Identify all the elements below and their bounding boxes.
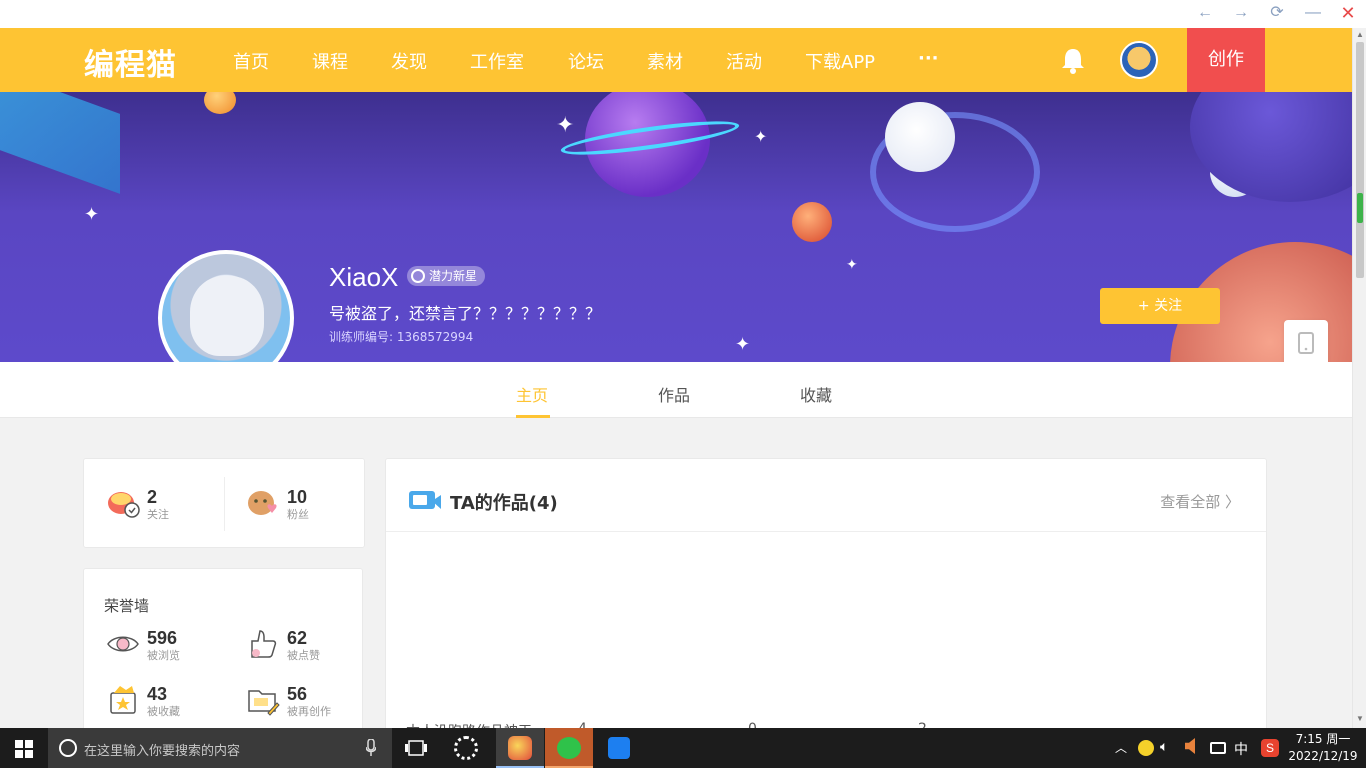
close-icon[interactable]: ✕ bbox=[1336, 2, 1360, 24]
minimize-icon[interactable]: — bbox=[1301, 2, 1325, 24]
scroll-thumb[interactable] bbox=[1356, 42, 1364, 278]
profile-bio: 号被盗了，还禁言了？？？？？？？？ bbox=[329, 304, 602, 323]
star-icon: ✦ bbox=[735, 334, 751, 354]
likes-count: 62 bbox=[287, 628, 308, 648]
works-title: TA的作品(4) bbox=[450, 493, 558, 514]
works-divider bbox=[386, 531, 1266, 532]
rank-badge: 潜力新星 bbox=[407, 266, 486, 286]
nav-item-discover[interactable]: 发现 bbox=[391, 48, 427, 74]
forward-icon[interactable]: → bbox=[1229, 2, 1253, 24]
nav-item-studio[interactable]: 工作室 bbox=[470, 48, 524, 74]
nav-item-materials[interactable]: 素材 bbox=[647, 48, 683, 74]
profile-tabs: 主页 作品 收藏 bbox=[0, 362, 1352, 418]
avatar-character bbox=[190, 276, 264, 356]
create-button[interactable]: 创作 bbox=[1187, 28, 1265, 92]
nav-item-activities[interactable]: 活动 bbox=[726, 48, 762, 74]
star-icon: ✦ bbox=[84, 204, 100, 224]
scroll-down-icon[interactable]: ▼ bbox=[1353, 714, 1366, 723]
star-icon: ✦ bbox=[556, 112, 575, 137]
nav-item-home[interactable]: 首页 bbox=[233, 48, 269, 74]
tray-expand-icon[interactable]: ︿ bbox=[1115, 739, 1127, 756]
clock-time: 7:15 周一 bbox=[1295, 732, 1351, 746]
scroll-grip[interactable] bbox=[1357, 193, 1363, 223]
planet-red bbox=[792, 202, 832, 242]
collect-icon bbox=[110, 686, 136, 714]
likes-label: 被点赞 bbox=[287, 649, 320, 662]
windows-start-icon[interactable] bbox=[15, 740, 33, 758]
divider bbox=[224, 477, 225, 531]
satellite-illustration bbox=[0, 92, 120, 194]
taskbar-clock[interactable]: 7:15 周一 2022/12/19 bbox=[1282, 731, 1364, 765]
collects-count: 43 bbox=[147, 684, 168, 704]
sogou-icon[interactable]: S bbox=[1261, 739, 1279, 757]
views-label: 被浏览 bbox=[147, 649, 180, 662]
collects-label: 被收藏 bbox=[147, 705, 180, 718]
taskbar-search-box[interactable]: 在这里输入你要搜索的内容 bbox=[48, 728, 392, 768]
honor-wall-title: 荣誉墙 bbox=[104, 597, 150, 615]
more-icon[interactable]: ··· bbox=[918, 48, 939, 69]
follow-button[interactable]: + 关注 bbox=[1100, 288, 1220, 324]
cortana-icon bbox=[59, 739, 77, 757]
fans-icon bbox=[248, 491, 277, 515]
eye-icon bbox=[107, 636, 139, 652]
tab-favorites[interactable]: 收藏 bbox=[800, 382, 832, 406]
task-view-icon[interactable] bbox=[405, 740, 427, 756]
taskbar-app-codemao[interactable] bbox=[496, 728, 544, 768]
clock-date: 2022/12/19 bbox=[1288, 749, 1358, 763]
remixes-label: 被再创作 bbox=[287, 705, 331, 718]
social-stats-card: 2 关注 10 粉丝 bbox=[83, 458, 365, 548]
speaker-icon[interactable] bbox=[1185, 738, 1195, 754]
refresh-icon[interactable]: ⟳ bbox=[1265, 2, 1289, 24]
ime-indicator[interactable]: 中 bbox=[1234, 739, 1248, 759]
user-avatar[interactable] bbox=[1120, 41, 1158, 79]
honor-wall-card: 荣誉墙 596 被浏览 62 被点赞 43 被收藏 56 被再创作 bbox=[83, 568, 363, 738]
back-icon[interactable]: ← bbox=[1193, 2, 1217, 24]
astronaut-mascot bbox=[885, 102, 955, 172]
bell-icon[interactable] bbox=[1060, 46, 1086, 74]
top-navbar: 编程猫 首页 课程 发现 工作室 论坛 素材 活动 下载APP ··· 创作 bbox=[0, 28, 1352, 92]
scroll-up-icon[interactable]: ▲ bbox=[1353, 30, 1366, 39]
views-count: 596 bbox=[147, 628, 178, 648]
remix-icon bbox=[248, 690, 280, 716]
view-all-link[interactable]: 查看全部 〉 bbox=[1160, 491, 1240, 512]
window-titlebar: ← → ⟳ — ✕ bbox=[0, 0, 1366, 28]
page-scrollbar[interactable]: ▲ ▼ bbox=[1352, 28, 1366, 728]
fans-label: 粉丝 bbox=[287, 508, 309, 521]
tab-home[interactable]: 主页 bbox=[516, 382, 548, 406]
badge-icon bbox=[411, 269, 425, 283]
star-icon: ✦ bbox=[846, 256, 858, 272]
phone-icon[interactable] bbox=[1297, 332, 1315, 354]
fans-count[interactable]: 10 bbox=[287, 487, 307, 508]
profile-username: XiaoX bbox=[329, 262, 399, 292]
works-card: TA的作品(4) 查看全部 〉 本人没跑路作品神王 4 0 2 bbox=[385, 458, 1267, 740]
volume-icon[interactable]: 🔈︎ bbox=[1160, 738, 1168, 755]
pinwheel-app-icon[interactable] bbox=[454, 736, 478, 760]
planet-orange bbox=[204, 92, 236, 114]
taskbar-search-placeholder: 在这里输入你要搜索的内容 bbox=[84, 744, 241, 759]
like-icon bbox=[251, 630, 277, 658]
codemao-app-icon bbox=[508, 736, 532, 760]
site-logo[interactable]: 编程猫 bbox=[84, 40, 177, 84]
following-icon bbox=[108, 492, 140, 518]
nav-item-courses[interactable]: 课程 bbox=[312, 48, 348, 74]
works-icon bbox=[409, 491, 441, 509]
trainer-id: 训练师编号: 1368572994 bbox=[329, 330, 474, 344]
tab-active-indicator bbox=[516, 415, 550, 418]
blue-app-icon bbox=[608, 737, 630, 759]
tray-app-icon[interactable] bbox=[1138, 740, 1154, 756]
windows-taskbar: 在这里输入你要搜索的内容 ︿ 🔈︎ 中 S 7:15 周一 2022/12/19 bbox=[0, 728, 1366, 768]
taskbar-app-third[interactable] bbox=[594, 728, 642, 768]
battery-icon[interactable] bbox=[1210, 742, 1226, 754]
wechat-app-icon bbox=[557, 737, 581, 759]
badge-label: 潜力新星 bbox=[429, 269, 478, 283]
nav-item-forum[interactable]: 论坛 bbox=[568, 48, 604, 74]
tab-works[interactable]: 作品 bbox=[658, 382, 690, 406]
microphone-icon[interactable] bbox=[366, 739, 376, 757]
star-icon: ✦ bbox=[754, 129, 768, 146]
following-label: 关注 bbox=[147, 508, 169, 521]
taskbar-app-wechat[interactable] bbox=[545, 728, 593, 768]
following-count[interactable]: 2 bbox=[147, 487, 157, 508]
nav-item-download-app[interactable]: 下载APP bbox=[805, 48, 875, 74]
remixes-count: 56 bbox=[287, 684, 308, 704]
